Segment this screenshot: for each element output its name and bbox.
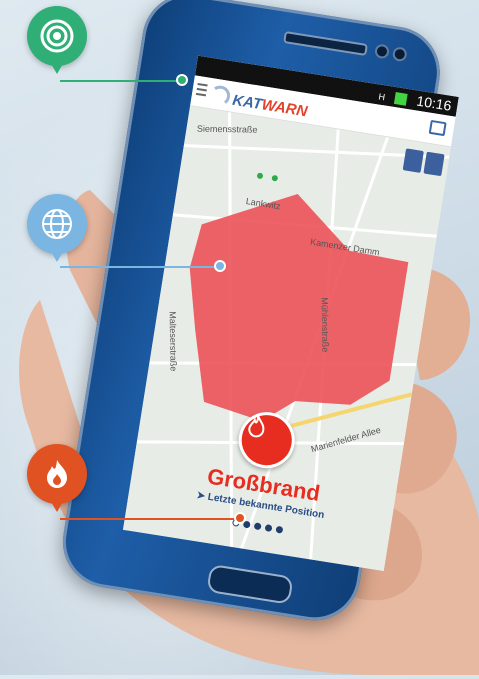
map-book-icon[interactable] (428, 119, 447, 137)
sensor-icon (391, 46, 408, 63)
callout-dot (176, 74, 188, 86)
warning-signal-icon (27, 6, 87, 66)
logo-kat: KAT (231, 91, 264, 114)
layer-button[interactable] (402, 148, 424, 173)
callout-line (60, 80, 182, 82)
callout-tail (50, 62, 64, 74)
phone-speaker (283, 30, 368, 56)
callout-tail (50, 250, 64, 262)
street-label: Malteserstraße (167, 311, 179, 372)
phone-body: H 10:16 KATWARN Siemensstraße Lankwitz K… (56, 0, 459, 627)
page-dot[interactable] (253, 522, 262, 531)
street-label: Mühlenstraße (319, 297, 331, 353)
flame-icon (27, 444, 87, 504)
callout-dot (234, 512, 246, 524)
network-indicator: H (377, 91, 386, 103)
logo-warn: WARN (260, 96, 309, 121)
camera-icon (373, 43, 390, 60)
layer-button[interactable] (423, 151, 445, 177)
home-button[interactable] (206, 563, 294, 605)
callout-dot (214, 260, 226, 272)
page-dot[interactable] (274, 525, 283, 534)
globe-icon (27, 194, 87, 254)
logo-waves-icon (208, 84, 232, 108)
phone-screen: H 10:16 KATWARN Siemensstraße Lankwitz K… (122, 55, 459, 572)
signal-battery-icon (393, 92, 408, 106)
menu-icon[interactable] (195, 82, 208, 99)
map-view[interactable]: Siemensstraße Lankwitz Kamenzer Damm Müh… (122, 106, 451, 572)
callout-tail (50, 500, 64, 512)
callout-line (60, 518, 240, 520)
page-dot[interactable] (264, 523, 273, 532)
street-label: Siemensstraße (196, 123, 258, 135)
callout-line (60, 266, 220, 268)
